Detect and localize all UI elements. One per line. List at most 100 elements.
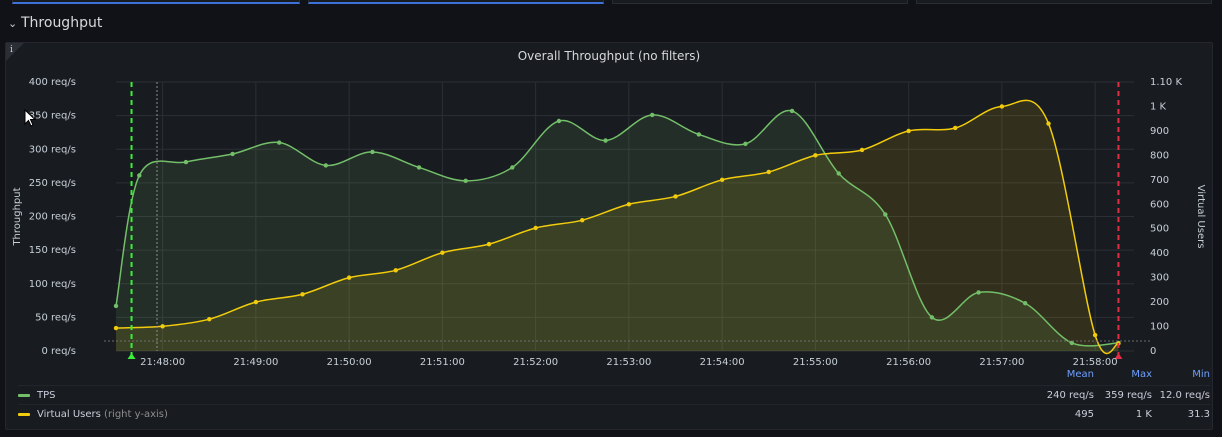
point-virtual-users xyxy=(999,104,1005,109)
point-tps xyxy=(230,151,235,157)
point-virtual-users xyxy=(906,128,911,134)
point-virtual-users xyxy=(346,275,352,280)
y-right-axis-label: Virtual Users xyxy=(1195,185,1206,249)
y-right-tick-label: 300 xyxy=(1150,273,1169,284)
y-right-tick-label: 400 xyxy=(1150,248,1169,259)
y-left-tick-label: 250 req/s xyxy=(29,178,76,189)
point-tps xyxy=(789,108,795,114)
point-virtual-users xyxy=(440,250,445,255)
y-right-tick-label: 600 xyxy=(1150,199,1169,210)
point-virtual-users xyxy=(300,292,305,297)
point-tps xyxy=(883,212,888,217)
point-virtual-users xyxy=(953,125,958,131)
point-tps xyxy=(463,178,468,184)
point-tps xyxy=(743,141,748,147)
point-tps xyxy=(323,163,329,168)
collapsed-panel-1[interactable] xyxy=(12,0,300,4)
legend-header-max[interactable]: Max xyxy=(1094,369,1152,380)
legend-max-virtual-users: 1 K xyxy=(1135,408,1152,420)
point-virtual-users xyxy=(673,194,678,199)
legend-note-virtual-users: (right y-axis) xyxy=(104,408,168,420)
point-virtual-users xyxy=(1046,121,1051,126)
point-virtual-users xyxy=(113,325,119,331)
legend-header-mean[interactable]: Mean xyxy=(1036,369,1094,380)
y-left-tick-label: 400 req/s xyxy=(29,77,76,88)
row-header-throughput[interactable]: ⌄ Throughput xyxy=(8,12,102,34)
point-virtual-users xyxy=(207,317,212,322)
point-tps xyxy=(510,165,515,170)
point-virtual-users xyxy=(253,299,259,305)
x-tick-label: 21:55:00 xyxy=(793,357,838,365)
point-virtual-users xyxy=(626,202,632,207)
point-virtual-users xyxy=(580,217,585,223)
y-left-tick-label: 300 req/s xyxy=(29,144,76,155)
point-virtual-users xyxy=(719,177,725,183)
y-right-tick-label: 200 xyxy=(1150,297,1169,308)
x-tick-label: 21:53:00 xyxy=(606,357,651,365)
y-right-tick-label: 0 xyxy=(1150,346,1156,357)
x-tick-label: 21:58:00 xyxy=(1073,357,1118,365)
mouse-pointer-icon xyxy=(24,109,36,127)
series-areas xyxy=(116,100,1119,354)
point-tps xyxy=(836,171,841,176)
y-right-tick-label: 1.10 K xyxy=(1150,77,1182,88)
point-tps xyxy=(603,138,608,143)
point-tps xyxy=(649,112,655,118)
point-tps xyxy=(1023,301,1028,306)
y-left-tick-label: 50 req/s xyxy=(35,312,76,323)
legend-item-tps[interactable]: TPS 240 req/s 359 req/s 12.0 req/s xyxy=(18,385,1210,404)
x-tick-label: 21:50:00 xyxy=(327,357,372,365)
collapsed-panels-strip xyxy=(0,0,1222,7)
y-right-tick-label: 500 xyxy=(1150,224,1169,235)
legend-header-min[interactable]: Min xyxy=(1152,369,1210,380)
point-tps xyxy=(113,303,119,309)
legend-min-virtual-users: 31.3 xyxy=(1187,408,1210,420)
throughput-panel: i Overall Throughput (no filters) 0 req/… xyxy=(5,42,1213,430)
legend-max-tps: 359 req/s xyxy=(1104,389,1152,401)
collapsed-panel-2[interactable] xyxy=(308,0,604,4)
legend-swatch-tps[interactable] xyxy=(18,393,30,397)
point-virtual-users xyxy=(813,153,818,158)
y-right-tick-label: 1 K xyxy=(1150,101,1167,112)
point-tps xyxy=(183,159,189,165)
x-tick-label: 21:49:00 xyxy=(233,357,278,365)
point-virtual-users xyxy=(393,268,398,273)
point-tps xyxy=(416,165,422,170)
legend-label-tps[interactable]: TPS xyxy=(37,390,56,401)
x-tick-label: 21:51:00 xyxy=(420,357,465,365)
legend-swatch-virtual-users[interactable] xyxy=(18,412,30,416)
chevron-down-icon[interactable]: ⌄ xyxy=(8,17,18,30)
legend-mean-tps: 240 req/s xyxy=(1046,389,1094,401)
legend-item-virtual-users[interactable]: Virtual Users (right y-axis) 495 1 K 31.… xyxy=(18,404,1210,423)
x-tick-label: 21:52:00 xyxy=(513,357,558,365)
x-tick-label: 21:57:00 xyxy=(979,357,1024,365)
point-tps xyxy=(929,315,935,320)
point-tps xyxy=(696,132,702,137)
legend-min-tps: 12.0 req/s xyxy=(1159,389,1210,401)
legend-mean-virtual-users: 495 xyxy=(1074,408,1094,420)
point-virtual-users xyxy=(1092,332,1098,338)
legend-label-virtual-users[interactable]: Virtual Users xyxy=(37,409,101,420)
x-tick-label: 21:56:00 xyxy=(886,357,931,365)
y-left-tick-label: 0 req/s xyxy=(41,346,76,357)
point-virtual-users xyxy=(533,225,538,231)
point-tps xyxy=(976,290,981,295)
collapsed-panel-3[interactable] xyxy=(612,0,908,4)
x-tick-label: 21:54:00 xyxy=(700,357,745,365)
point-virtual-users xyxy=(859,147,865,153)
point-tps xyxy=(556,118,562,124)
point-tps xyxy=(276,140,282,145)
y-right-tick-label: 900 xyxy=(1150,126,1169,137)
x-tick-label: 21:48:00 xyxy=(140,357,185,365)
legend-header: Mean Max Min xyxy=(1036,369,1210,380)
y-right-tick-label: 800 xyxy=(1150,150,1169,161)
y-left-tick-label: 150 req/s xyxy=(29,245,76,256)
y-left-tick-label: 100 req/s xyxy=(29,279,76,290)
point-tps xyxy=(137,173,142,178)
collapsed-panel-4[interactable] xyxy=(916,0,1212,4)
point-virtual-users xyxy=(766,169,771,175)
throughput-chart[interactable]: 0 req/s 50 req/s 100 req/s 150 req/s 200 req… xyxy=(6,43,1214,365)
y-right-tick-label: 700 xyxy=(1150,175,1169,186)
point-virtual-users xyxy=(160,324,165,329)
y-left-tick-label: 200 req/s xyxy=(29,212,76,223)
